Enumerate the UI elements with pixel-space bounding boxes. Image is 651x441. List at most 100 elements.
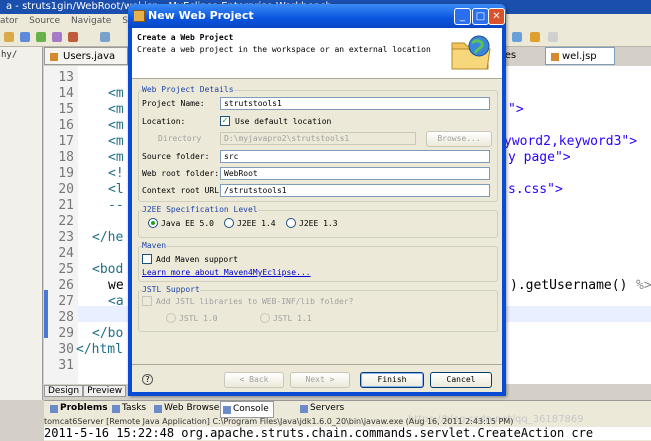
project-name-label: Project Name: — [142, 99, 205, 108]
line-number: 15 — [58, 102, 74, 117]
code-line-17: <m — [108, 134, 124, 149]
dialog-app-icon — [133, 10, 145, 22]
code-line-30: </html — [76, 342, 123, 357]
tab-preview[interactable]: Preview — [83, 385, 127, 397]
project-name-input[interactable]: strutstools1 — [220, 97, 490, 110]
line-number: 30 — [58, 342, 74, 357]
context-root-url-input[interactable]: /strutstools1 — [220, 184, 490, 197]
source-folder-input[interactable]: src — [220, 150, 490, 163]
code-line-16: <m — [108, 118, 124, 133]
directory-label: Directory — [158, 134, 202, 143]
next-button[interactable]: Next > — [290, 372, 350, 388]
debug-icon[interactable] — [52, 32, 62, 42]
tab-servers[interactable]: Servers — [298, 401, 344, 416]
line-number: 22 — [58, 214, 74, 229]
j2ee-1-3-radio[interactable] — [286, 218, 296, 228]
line-number: 16 — [58, 118, 74, 133]
java-ee-5-radio[interactable] — [148, 218, 158, 228]
editor-tab-users[interactable]: Users.java — [44, 47, 128, 65]
j2ee-1-3-label: J2EE 1.3 — [299, 219, 338, 228]
line-number: 17 — [58, 134, 74, 149]
j2ee-1-4-label: J2EE 1.4 — [237, 219, 276, 228]
code-right-26: ).getUsername() — [510, 278, 628, 293]
menu-navigate[interactable]: Navigate — [71, 16, 111, 26]
close-button[interactable]: ✕ — [488, 8, 505, 25]
line-number: 31 — [58, 358, 74, 373]
browse-button[interactable]: Browse... — [426, 131, 492, 147]
j2ee-spec-title: J2EE Specification Level — [142, 205, 258, 214]
use-default-location-checkbox[interactable]: ✓ — [220, 116, 230, 126]
web-root-folder-input[interactable]: WebRoot — [220, 167, 490, 180]
jstl-support-title: JSTL Support — [142, 285, 200, 294]
jstl-1-0-label: JSTL 1.0 — [179, 314, 218, 323]
dialog-title: New Web Project — [148, 9, 254, 22]
code-right-18: y page"> — [508, 150, 571, 165]
left-view-strip: hy/ — [0, 47, 43, 400]
line-number: 28 — [58, 310, 74, 325]
code-line-27: <a — [108, 294, 124, 309]
line-number: 29 — [58, 326, 74, 341]
menu-ator[interactable]: ator — [0, 16, 18, 26]
menu-source[interactable]: Source — [29, 16, 60, 26]
web-root-folder-label: Web root folder: — [142, 169, 220, 178]
forward-icon[interactable] — [530, 32, 540, 42]
web-project-details-title: Web Project Details — [142, 85, 234, 94]
learn-more-maven-link[interactable]: Learn more about Maven4MyEclipse... — [142, 268, 311, 277]
line-number: 18 — [58, 150, 74, 165]
header-description: Create a web project in the workspace or… — [137, 45, 431, 54]
dialog-button-separator — [132, 364, 502, 365]
maven-title: Maven — [142, 241, 167, 250]
add-maven-support-label: Add Maven support — [156, 255, 238, 264]
open-icon[interactable] — [4, 32, 14, 42]
directory-input[interactable]: D:\myjavapro2\strutstools1 — [220, 132, 416, 145]
add-jstl-checkbox[interactable] — [142, 296, 152, 306]
code-right-26-tag: %> — [636, 278, 651, 293]
console-header: tomcat6Server [Remote Java Application] … — [44, 417, 514, 426]
jstl-1-0-radio[interactable] — [166, 313, 176, 323]
code-line-19: <! — [108, 166, 124, 181]
tab-problems[interactable]: Problems — [48, 401, 108, 416]
code-line-14: <m — [108, 86, 124, 101]
console-output-line: 2011-5-16 15:22:48 org.apache.struts.cha… — [44, 427, 651, 440]
help-button[interactable]: ? — [142, 374, 153, 385]
left-strip-label: hy/ — [1, 50, 18, 60]
add-maven-support-checkbox[interactable] — [142, 254, 152, 264]
back-button[interactable]: < Back — [224, 372, 284, 388]
save-icon[interactable] — [20, 32, 30, 42]
code-line-15: <m — [108, 102, 124, 117]
line-number: 21 — [58, 198, 74, 213]
code-line-23: </he — [92, 230, 124, 245]
finish-button[interactable]: Finish — [360, 372, 424, 388]
line-number: 19 — [58, 166, 74, 181]
new-icon[interactable] — [100, 32, 110, 42]
j2ee-1-4-radio[interactable] — [224, 218, 234, 228]
new-web-project-dialog: New Web Project _ □ ✕ Create a Web Proje… — [128, 4, 506, 396]
code-line-20: <l — [108, 182, 124, 197]
dialog-body: Create a Web Project Create a web projec… — [132, 28, 502, 392]
run-icon[interactable] — [36, 32, 46, 42]
tab-tasks[interactable]: Tasks — [110, 401, 146, 416]
code-right-20: s.css"> — [508, 182, 563, 197]
toolbar-right-icon[interactable] — [512, 32, 522, 42]
code-line-25: <bod — [92, 262, 124, 277]
dialog-title-bar[interactable]: New Web Project _ □ ✕ — [128, 4, 506, 28]
code-right-17: yword2,keyword3"> — [504, 134, 638, 149]
location-label: Location: — [142, 117, 186, 126]
editor-tab-wel[interactable]: wel.jsp — [545, 47, 615, 65]
line-number: 27 — [58, 294, 74, 309]
dialog-header: Create a Web Project Create a web projec… — [132, 28, 502, 79]
web-project-globe-icon — [451, 35, 491, 70]
line-number: 26 — [58, 278, 74, 293]
code-line-26: we — [108, 278, 124, 293]
source-folder-label: Source folder: — [142, 152, 210, 161]
jstl-1-1-radio[interactable] — [260, 313, 270, 323]
minimize-button[interactable]: _ — [454, 8, 471, 25]
server-icon[interactable] — [68, 32, 78, 42]
tab-web-browser[interactable]: Web Browser — [152, 401, 223, 416]
line-number: 25 — [58, 262, 74, 277]
back-icon[interactable] — [548, 32, 558, 42]
maximize-button[interactable]: □ — [472, 8, 489, 25]
code-line-21: -- — [108, 198, 124, 213]
tab-design[interactable]: Design — [44, 385, 84, 397]
cancel-button[interactable]: Cancel — [430, 372, 492, 388]
